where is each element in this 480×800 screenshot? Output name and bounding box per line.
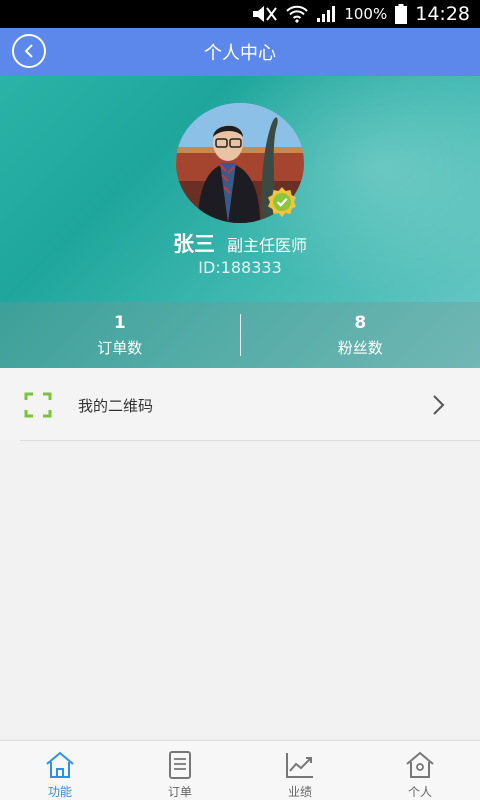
chevron-right-icon bbox=[433, 395, 445, 415]
nav-tab-performance[interactable]: 业绩 bbox=[240, 741, 360, 800]
menu-divider bbox=[20, 440, 480, 441]
user-title: 副主任医师 bbox=[226, 236, 307, 255]
nav-label-orders: 订单 bbox=[167, 785, 192, 799]
verified-badge-icon bbox=[268, 187, 296, 217]
battery-icon bbox=[395, 4, 408, 24]
nav-tab-profile[interactable]: 个人 bbox=[360, 741, 480, 800]
stat-orders-value: 1 bbox=[113, 312, 126, 333]
stat-fans[interactable]: 8 粉丝数 bbox=[241, 302, 480, 368]
user-id: ID:188333 bbox=[198, 258, 282, 277]
qr-scan-icon bbox=[24, 392, 52, 418]
user-name: 张三 bbox=[172, 232, 215, 256]
battery-percent: 100% bbox=[344, 5, 388, 23]
stat-orders[interactable]: 1 订单数 bbox=[0, 302, 240, 368]
nav-tab-orders[interactable]: 订单 bbox=[120, 741, 240, 800]
chevron-left-icon bbox=[24, 44, 33, 58]
back-button[interactable] bbox=[12, 34, 46, 68]
mute-icon bbox=[253, 6, 278, 22]
status-bar: 100% 14:28 bbox=[0, 0, 480, 28]
trend-chart-icon bbox=[286, 753, 313, 778]
home-icon bbox=[46, 751, 74, 778]
nav-tab-features[interactable]: 功能 bbox=[0, 741, 120, 800]
stat-fans-label: 粉丝数 bbox=[337, 338, 383, 357]
stats-bar: 1 订单数 8 粉丝数 bbox=[0, 302, 480, 368]
stat-orders-label: 订单数 bbox=[97, 338, 143, 357]
page-title: 个人中心 bbox=[204, 43, 276, 64]
clock: 14:28 bbox=[415, 3, 470, 25]
signal-icon bbox=[317, 6, 336, 22]
bottom-nav: 功能 订单 业绩 个人 bbox=[0, 740, 480, 800]
menu-item-qr-code[interactable]: 我的二维码 bbox=[0, 368, 480, 440]
wifi-icon bbox=[286, 5, 309, 23]
nav-label-profile: 个人 bbox=[407, 785, 432, 799]
order-document-icon bbox=[169, 751, 191, 779]
person-home-icon bbox=[406, 751, 434, 778]
menu-item-label: 我的二维码 bbox=[78, 397, 154, 415]
nav-label-features: 功能 bbox=[47, 785, 72, 799]
profile-hero: 张三 副主任医师 ID:188333 1 订单数 8 粉丝数 bbox=[0, 76, 480, 368]
nav-label-performance: 业绩 bbox=[287, 785, 312, 799]
app-header: 个人中心 bbox=[0, 28, 480, 76]
stat-fans-value: 8 bbox=[354, 312, 367, 333]
user-line: 张三 副主任医师 bbox=[0, 228, 480, 258]
